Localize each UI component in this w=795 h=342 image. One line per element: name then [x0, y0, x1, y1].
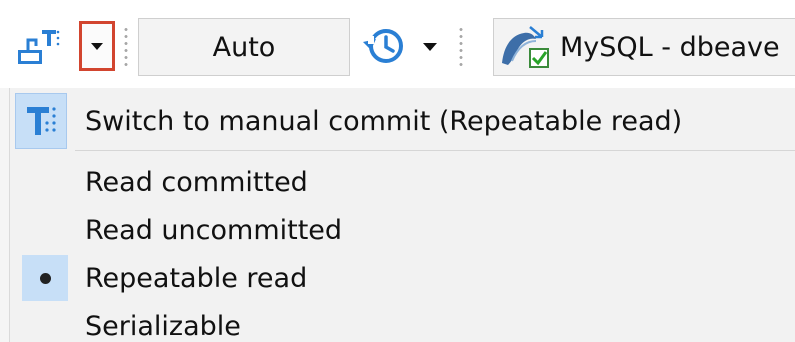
selected-radio-indicator	[22, 255, 68, 301]
chevron-down-icon	[423, 43, 437, 51]
connection-label: MySQL - dbeave	[560, 31, 780, 63]
transaction-mode-button[interactable]: Auto	[138, 18, 350, 76]
menu-item-serializable[interactable]: Serializable	[10, 303, 795, 342]
toolbar-grip[interactable]	[459, 26, 463, 70]
bullet-icon	[39, 272, 51, 284]
transaction-mode-menu: Switch to manual commit (Repeatable read…	[9, 88, 795, 342]
menu-item-label: Repeatable read	[85, 262, 308, 294]
chevron-down-icon	[91, 43, 103, 50]
menu-item-label: Serializable	[85, 310, 241, 342]
toolbar-grip[interactable]	[124, 26, 128, 70]
menu-item-label: Read uncommitted	[85, 214, 343, 246]
menu-item-repeatable-read[interactable]: Repeatable read	[10, 255, 795, 301]
menu-item-label: Read committed	[85, 166, 308, 198]
menu-separator	[75, 150, 795, 151]
main-toolbar: Auto MySQL - dbeave	[0, 0, 795, 88]
manual-commit-icon	[15, 93, 67, 149]
menu-item-read-uncommitted[interactable]: Read uncommitted	[10, 207, 795, 253]
history-dropdown-button[interactable]	[420, 34, 440, 58]
commit-mode-dropdown-button[interactable]	[79, 21, 115, 71]
transaction-mode-label: Auto	[212, 31, 276, 63]
transaction-mode-icon[interactable]	[14, 24, 62, 72]
menu-item-switch-to-manual-commit[interactable]: Switch to manual commit (Repeatable read…	[10, 93, 795, 149]
menu-item-label: Switch to manual commit (Repeatable read…	[85, 105, 683, 137]
dbeaver-window: Auto MySQL - dbeave Switch to manual com…	[0, 0, 795, 342]
menu-item-read-committed[interactable]: Read committed	[10, 159, 795, 205]
history-icon[interactable]	[360, 22, 408, 70]
mysql-connection-icon	[498, 23, 550, 71]
active-connection-selector[interactable]: MySQL - dbeave	[493, 18, 795, 76]
